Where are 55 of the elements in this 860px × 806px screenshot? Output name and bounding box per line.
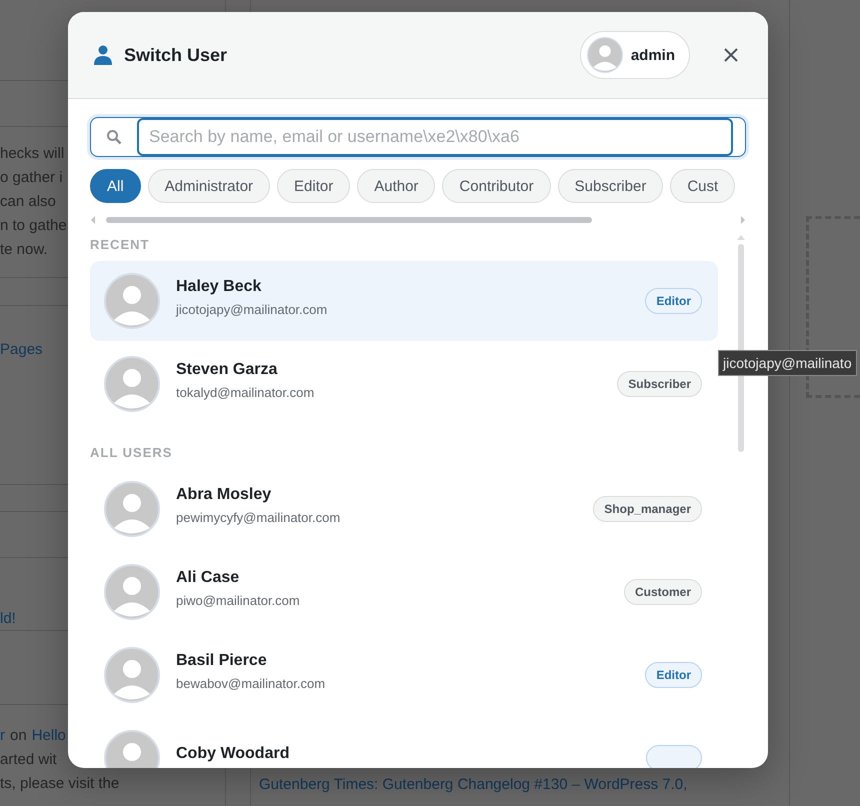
- role-filter-chip[interactable]: Administrator: [148, 169, 270, 203]
- background-text: on: [10, 726, 27, 746]
- scroll-up-icon[interactable]: [737, 235, 745, 240]
- search-icon: [106, 129, 122, 145]
- background-text: o gather i: [0, 168, 63, 188]
- background-text: hecks will: [0, 144, 64, 164]
- user-name: Haley Beck: [176, 278, 262, 296]
- user-name: Coby Woodard: [176, 745, 290, 763]
- section-heading: ALL USERS: [90, 445, 172, 460]
- background-text: ts, please visit the: [0, 774, 120, 794]
- avatar-icon: [104, 647, 160, 703]
- avatar-icon: [104, 564, 160, 620]
- user-email: piwo@mailinator.com: [176, 592, 300, 608]
- role-filter-chip[interactable]: Author: [357, 169, 436, 203]
- avatar-icon: [104, 273, 160, 329]
- role-tag: Editor: [645, 288, 702, 314]
- user-icon: [94, 45, 112, 65]
- role-filter-chip[interactable]: Contributor: [442, 169, 551, 203]
- user-email: bewabov@mailinator.com: [176, 676, 326, 690]
- user-name: Basil Pierce: [176, 652, 267, 670]
- role-tag: Editor: [645, 662, 702, 688]
- user-email: pewimycyfy@mailinator.com: [176, 510, 340, 524]
- role-tag: Customer: [624, 579, 702, 605]
- user-row[interactable]: Steven Garza tokalyd@mailinator.com Subscriber: [90, 344, 718, 424]
- user-email: jicotojapy@mailinator.com: [176, 302, 328, 316]
- user-name: Abra Mosley: [176, 486, 272, 504]
- role-filter-chip[interactable]: Editor: [277, 169, 350, 203]
- section-heading: RECENT: [90, 237, 150, 252]
- user-row[interactable]: Abra Mosley pewimycyfy@mailinator.com Shop_manager: [90, 469, 718, 549]
- user-email: tokalyd@mailinator.com: [176, 384, 314, 400]
- background-text: n to gathe: [0, 216, 67, 236]
- role-filter-chip[interactable]: Subscriber: [558, 169, 664, 203]
- avatar-icon: [586, 37, 623, 73]
- user-row[interactable]: Haley Beck jicotojapy@mailinator.com Editor: [90, 261, 718, 341]
- scroll-right-icon[interactable]: [740, 216, 746, 224]
- dialog-title: Switch User: [124, 44, 228, 66]
- user-row[interactable]: Coby Woodard: [90, 718, 718, 768]
- user-name: Steven Garza: [176, 360, 278, 378]
- user-row[interactable]: Basil Pierce bewabov@mailinator.com Editor: [90, 635, 718, 715]
- user-name: Ali Case: [176, 568, 240, 586]
- current-user-button[interactable]: admin: [580, 31, 690, 79]
- role-tag: Shop_manager: [593, 496, 702, 522]
- email-tooltip: jicotojapy@mailinato: [718, 350, 857, 376]
- avatar-icon: [104, 356, 160, 412]
- search-field[interactable]: Search by name, email or username\xe2\x80\xa6: [90, 117, 746, 157]
- background-text: can also: [0, 192, 56, 212]
- user-row[interactable]: Ali Case piwo@mailinator.com Customer: [90, 552, 718, 632]
- role-filter-chip[interactable]: All: [90, 169, 141, 203]
- avatar-icon: [104, 481, 160, 537]
- role-filter-chip[interactable]: Cust: [670, 169, 736, 203]
- background-text: te now.: [0, 240, 48, 260]
- role-tag: Subscriber: [617, 371, 702, 397]
- background-text: arted wit: [0, 750, 57, 770]
- scroll-left-icon[interactable]: [90, 216, 96, 224]
- horizontal-scrollbar[interactable]: [90, 213, 746, 227]
